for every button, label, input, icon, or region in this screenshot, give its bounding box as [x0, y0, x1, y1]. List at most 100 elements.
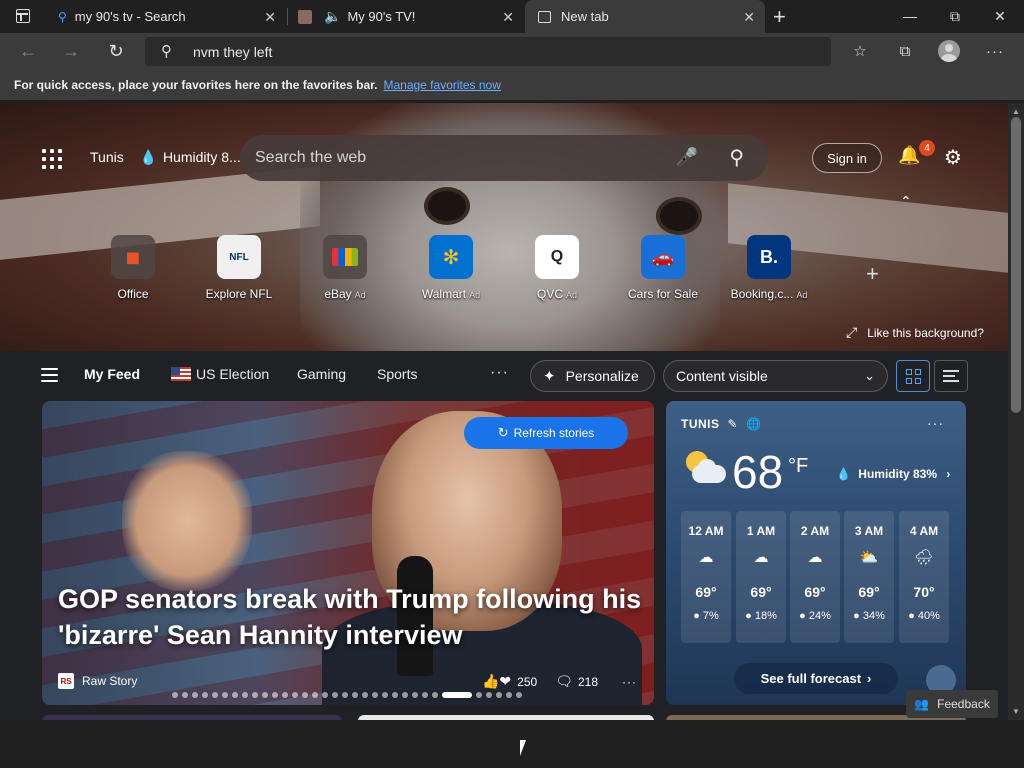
scroll-up-icon[interactable]: ▲	[1012, 107, 1020, 116]
web-search-box[interactable]: Search the web 🎤 ⚲	[240, 135, 768, 181]
notifications-bell-icon[interactable]: 🔔 4	[898, 140, 935, 169]
microphone-icon[interactable]: 🎤	[676, 147, 698, 168]
see-full-forecast-button[interactable]: See full forecast ›	[734, 663, 898, 694]
feedback-button[interactable]: 👥 Feedback	[906, 690, 998, 718]
back-button[interactable]: ←	[16, 39, 40, 63]
carousel-dot[interactable]	[292, 692, 298, 698]
quick-link-cars-for-sale[interactable]: 🚗 Cars for Sale	[628, 235, 698, 301]
apps-launcher-icon[interactable]	[42, 149, 62, 169]
carousel-dot[interactable]	[282, 692, 288, 698]
hourly-forecast-item[interactable]: 2 AM ☁ 69° ● 24%	[790, 511, 840, 643]
chevron-up-icon[interactable]: ⌃	[900, 193, 912, 210]
favorites-star-icon[interactable]: ☆	[849, 40, 871, 62]
temperature-unit[interactable]: °F	[788, 455, 808, 478]
carousel-dot[interactable]	[252, 692, 258, 698]
close-icon[interactable]: ✕	[264, 9, 276, 26]
scroll-down-icon[interactable]: ▼	[1012, 707, 1020, 716]
carousel-dot[interactable]	[516, 692, 522, 698]
tab-my-90s-tv[interactable]: 🔈 My 90's TV! ✕	[288, 0, 524, 33]
address-input[interactable]: nvm they left	[193, 44, 272, 60]
carousel-dot[interactable]	[322, 692, 328, 698]
more-options-icon[interactable]: ···	[622, 675, 637, 689]
add-quick-link-button[interactable]: +	[866, 261, 879, 287]
content-visibility-dropdown[interactable]: Content visible ⌄	[663, 360, 888, 392]
quick-link-nfl[interactable]: NFL Explore NFL	[204, 235, 274, 301]
new-tab-button[interactable]: +	[773, 4, 786, 30]
tab-gaming[interactable]: Gaming	[297, 366, 346, 382]
weather-location[interactable]: Tunis 💧 Humidity 8...	[90, 149, 241, 166]
hourly-forecast-item[interactable]: 1 AM ☁ 69° ● 18%	[736, 511, 786, 643]
forward-button[interactable]: →	[59, 39, 83, 63]
list-view-button[interactable]	[934, 360, 968, 392]
carousel-indicator[interactable]	[172, 692, 522, 698]
tab-search[interactable]: ⚲ my 90's tv - Search ✕	[46, 0, 286, 33]
tab-my-feed[interactable]: My Feed	[84, 366, 140, 382]
carousel-dot[interactable]	[212, 692, 218, 698]
more-options-icon[interactable]: ···	[927, 415, 944, 431]
carousel-dot[interactable]	[342, 692, 348, 698]
search-input[interactable]: Search the web	[255, 149, 366, 167]
tab-new-tab[interactable]: New tab ✕	[525, 0, 765, 33]
close-icon[interactable]: ✕	[502, 9, 514, 26]
carousel-dot[interactable]	[262, 692, 268, 698]
collections-icon[interactable]: ⧉	[894, 40, 916, 62]
quick-link-ebay[interactable]: eBay Ad	[310, 235, 380, 301]
menu-icon[interactable]	[41, 368, 58, 382]
carousel-dot[interactable]	[302, 692, 308, 698]
manage-favorites-link[interactable]: Manage favorites now	[383, 78, 500, 92]
carousel-dot[interactable]	[312, 692, 318, 698]
tab-actions-icon[interactable]	[16, 9, 30, 23]
settings-more-icon[interactable]: ···	[984, 40, 1006, 62]
gear-icon[interactable]: ⚙	[944, 145, 962, 170]
story-source[interactable]: RS Raw Story	[58, 673, 137, 689]
story-reactions[interactable]: 👍❤ 250 🗨 218 ···	[482, 673, 637, 690]
carousel-dot[interactable]	[242, 692, 248, 698]
quick-link-booking[interactable]: B. Booking.c... Ad	[731, 235, 807, 301]
weather-city[interactable]: TUNIS ✎ 🌐	[681, 417, 762, 431]
carousel-dot[interactable]	[192, 692, 198, 698]
carousel-dot[interactable]	[372, 692, 378, 698]
address-bar[interactable]: ⚲ nvm they left	[145, 37, 831, 66]
window-close-button[interactable]: ✕	[980, 4, 1020, 28]
carousel-dot[interactable]	[432, 692, 438, 698]
carousel-dot[interactable]	[412, 692, 418, 698]
quick-link-qvc[interactable]: Q QVC Ad	[522, 235, 592, 301]
story-headline[interactable]: GOP senators break with Trump following …	[58, 581, 648, 653]
search-icon[interactable]: ⚲	[729, 145, 744, 170]
scrollbar-thumb[interactable]	[1011, 117, 1021, 413]
carousel-dot[interactable]	[422, 692, 428, 698]
profile-avatar[interactable]	[938, 40, 960, 62]
carousel-dot[interactable]	[442, 692, 472, 698]
grid-view-button[interactable]	[896, 360, 930, 392]
carousel-dot[interactable]	[476, 692, 482, 698]
personalize-button[interactable]: ✦ Personalize	[530, 360, 655, 392]
pencil-icon[interactable]: ✎	[728, 417, 739, 431]
hourly-forecast-item[interactable]: 4 AM 🌧 70° ● 40%	[899, 511, 949, 643]
tab-us-election[interactable]: US Election	[171, 366, 269, 382]
carousel-dot[interactable]	[402, 692, 408, 698]
refresh-button[interactable]: ↻	[104, 39, 128, 63]
refresh-stories-button[interactable]: ↻ Refresh stories	[464, 417, 628, 449]
carousel-dot[interactable]	[172, 692, 178, 698]
minimize-button[interactable]: —	[890, 4, 930, 28]
globe-icon[interactable]: 🌐	[746, 417, 761, 431]
humidity-link[interactable]: 💧 Humidity 83% ›	[836, 467, 950, 481]
carousel-dot[interactable]	[202, 692, 208, 698]
carousel-dot[interactable]	[272, 692, 278, 698]
top-story-card[interactable]: ↻ Refresh stories GOP senators break wit…	[42, 401, 654, 705]
quick-link-office[interactable]: ◼ Office	[98, 235, 168, 301]
carousel-dot[interactable]	[232, 692, 238, 698]
weather-card[interactable]: TUNIS ✎ 🌐 ··· 68 °F 💧 Humidity 83% › 12 …	[666, 401, 966, 705]
restore-button[interactable]: ⧉	[935, 4, 975, 28]
carousel-dot[interactable]	[222, 692, 228, 698]
carousel-dot[interactable]	[332, 692, 338, 698]
carousel-dot[interactable]	[352, 692, 358, 698]
audio-playing-icon[interactable]: 🔈	[324, 8, 341, 25]
quick-link-walmart[interactable]: ✻ Walmart Ad	[416, 235, 486, 301]
sign-in-button[interactable]: Sign in	[812, 143, 882, 173]
carousel-dot[interactable]	[496, 692, 502, 698]
hourly-forecast-item[interactable]: 3 AM ⛅ 69° ● 34%	[844, 511, 894, 643]
like-background-link[interactable]: ⤢ Like this background?	[846, 324, 984, 341]
close-icon[interactable]: ✕	[743, 9, 755, 26]
carousel-dot[interactable]	[392, 692, 398, 698]
